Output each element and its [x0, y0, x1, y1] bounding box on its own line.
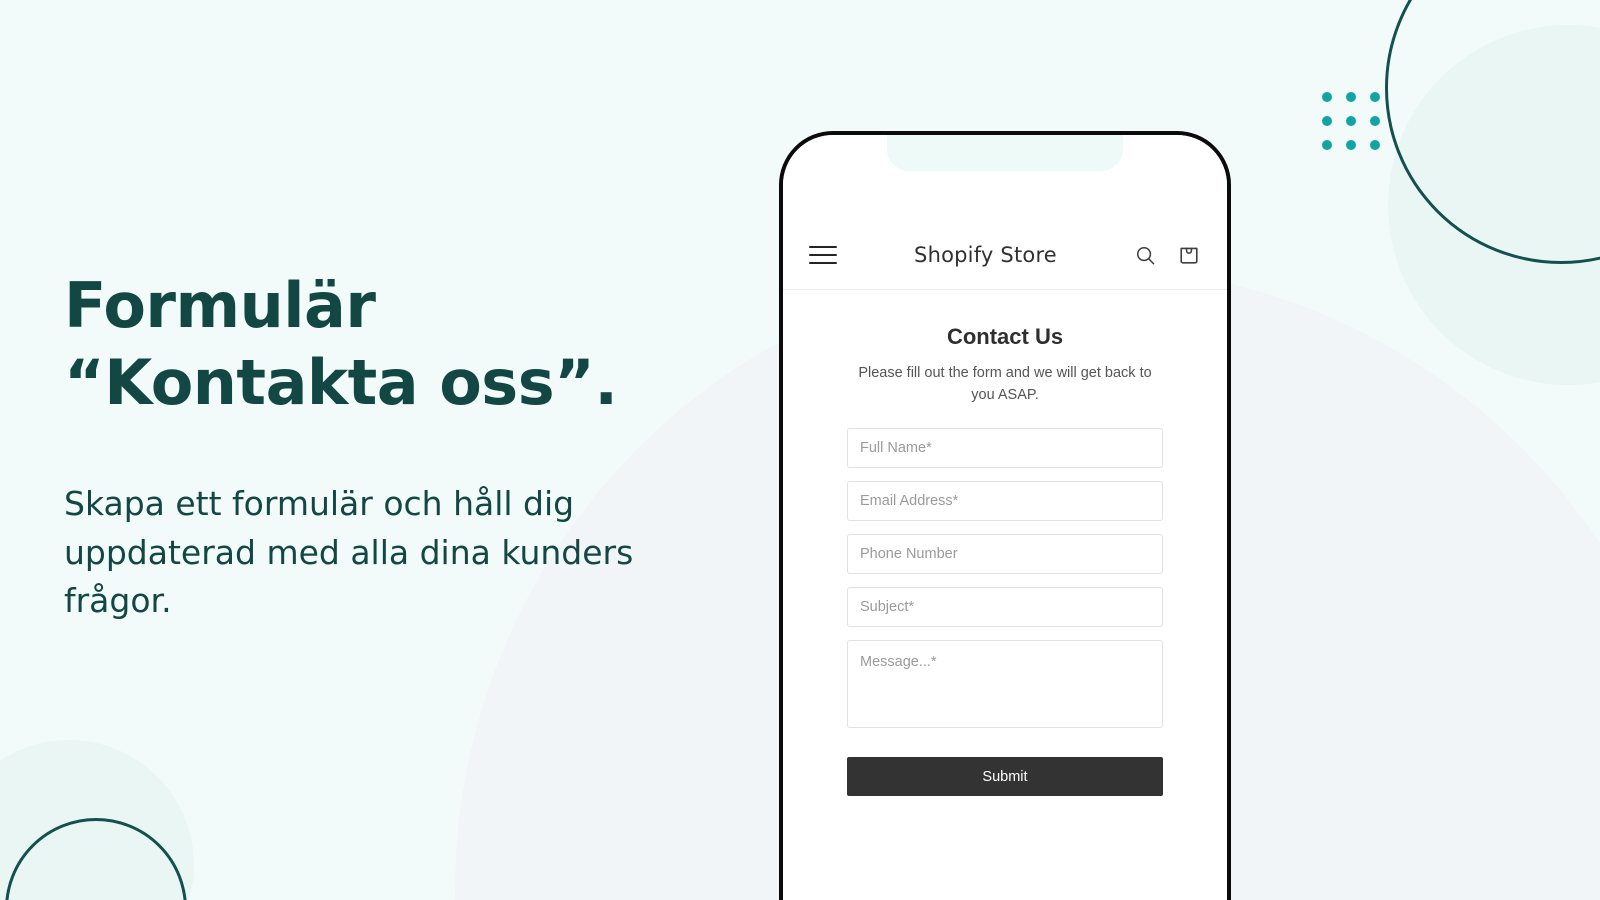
contact-form-fields [847, 428, 1163, 729]
page-title: Formulär “Kontakta oss”. [64, 268, 724, 422]
dot-grid-icon [1322, 92, 1380, 150]
dot [1322, 92, 1332, 102]
dot [1346, 92, 1356, 102]
shopping-bag-icon[interactable] [1177, 243, 1201, 267]
store-name: Shopify Store [914, 243, 1057, 267]
headline-line-2: “Kontakta oss”. [64, 345, 618, 419]
hamburger-bar [809, 262, 837, 264]
dot [1346, 140, 1356, 150]
search-icon[interactable] [1134, 244, 1157, 267]
hero-copy: Formulär “Kontakta oss”. Skapa ett formu… [64, 268, 724, 626]
phone-notch [887, 135, 1123, 171]
dot [1346, 116, 1356, 126]
dot [1322, 116, 1332, 126]
phone-mockup: Shopify Store Contact Us Please fill out… [779, 131, 1231, 900]
hamburger-menu-icon[interactable] [809, 246, 837, 264]
header-icon-group [1134, 243, 1201, 267]
full-name-input[interactable] [847, 428, 1163, 469]
phone-screen: Shopify Store Contact Us Please fill out… [783, 135, 1227, 900]
dot [1370, 92, 1380, 102]
dot [1370, 116, 1380, 126]
contact-form-title: Contact Us [946, 324, 1064, 349]
subject-input[interactable] [847, 587, 1163, 628]
contact-form: Contact Us Please fill out the form and … [783, 290, 1227, 797]
headline-line-1: Formulär [64, 269, 376, 342]
store-header: Shopify Store [783, 135, 1227, 290]
email-address-input[interactable] [847, 481, 1163, 522]
contact-form-subtitle: Please fill out the form and we will get… [858, 365, 1152, 404]
submit-button[interactable]: Submit [847, 757, 1163, 797]
hero-subcopy: Skapa ett formulär och håll dig uppdater… [64, 483, 634, 621]
marketing-slide: Formulär “Kontakta oss”. Skapa ett formu… [0, 0, 1600, 900]
hamburger-bar [809, 254, 837, 256]
hamburger-bar [809, 246, 837, 248]
dot [1370, 140, 1380, 150]
message-textarea[interactable] [847, 640, 1163, 729]
dot [1322, 140, 1332, 150]
phone-number-input[interactable] [847, 534, 1163, 575]
